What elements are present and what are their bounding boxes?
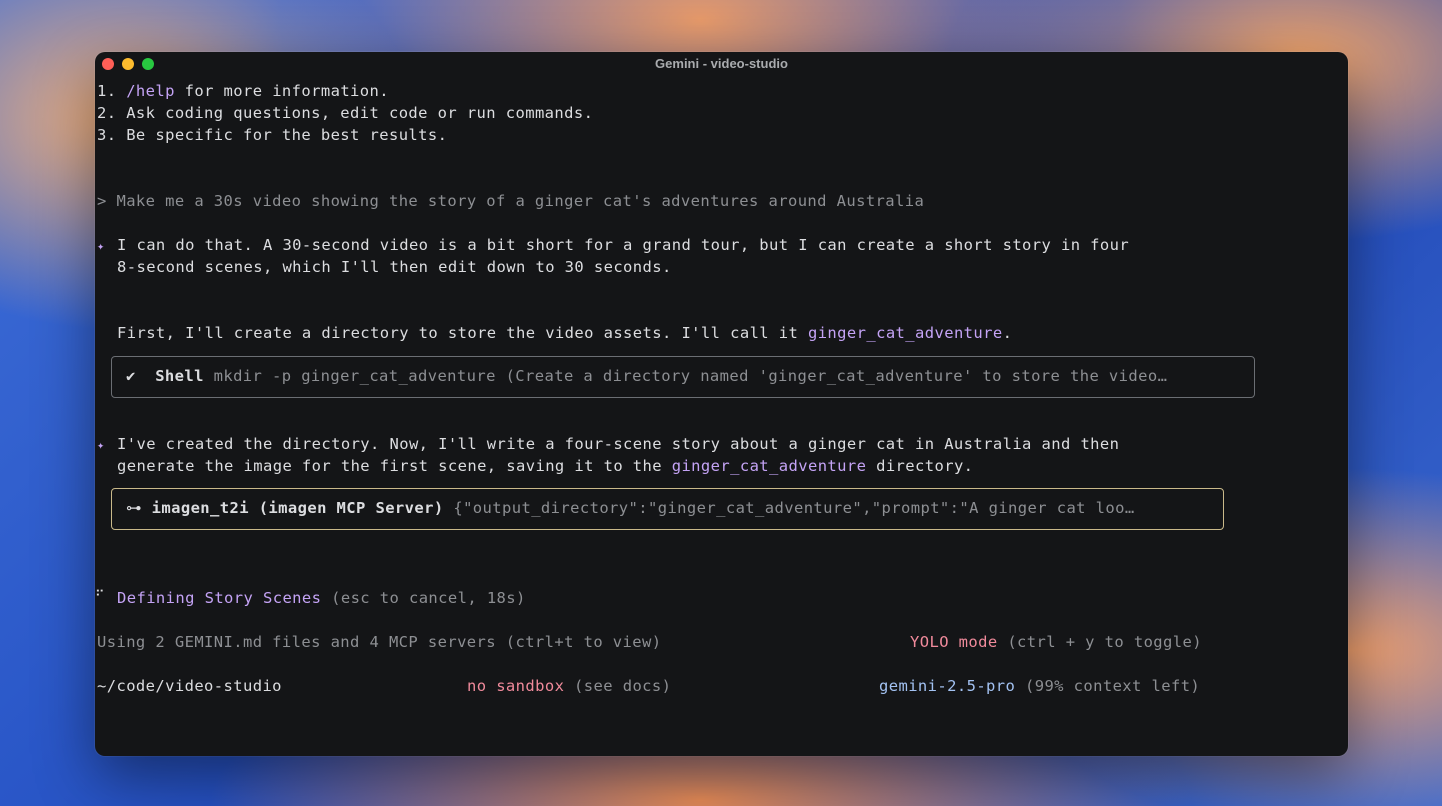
spinner-status: Defining Story Scenes (esc to cancel, 18… (117, 589, 526, 607)
spinner-hint: (esc to cancel, 18s) (321, 589, 526, 607)
tool-args: {"output_directory":"ginger_cat_adventur… (453, 499, 1135, 517)
model-hint: (99% context left) (1015, 677, 1201, 695)
response-text: I can do that. A 30-second video is a bi… (117, 236, 1130, 254)
tip-text: Ask coding questions, edit code or run c… (126, 104, 594, 122)
sandbox-hint: (see docs) (564, 677, 672, 695)
current-directory: ~/code/video-studio (97, 677, 282, 695)
yolo-mode-status: YOLO mode (ctrl + y to toggle) (910, 633, 1202, 651)
yolo-hint: (ctrl + y to toggle) (997, 633, 1202, 651)
sandbox-status: no sandbox (see docs) (467, 677, 671, 695)
tip-text: Be specific for the best results. (126, 126, 448, 144)
title-bar: Gemini - video-studio (95, 52, 1348, 76)
spinner-icon: ⠋ (95, 589, 105, 604)
check-icon: ✔ (126, 367, 136, 385)
tip-number: 1. (97, 82, 117, 100)
tool-name: Shell (155, 367, 204, 385)
gemini-sparkle-icon: ✦ (97, 438, 105, 452)
shell-tool-call: ✔ Shell mkdir -p ginger_cat_adventure (C… (111, 356, 1255, 398)
context-files-status: Using 2 GEMINI.md files and 4 MCP server… (97, 633, 662, 651)
response-text-part: First, I'll create a directory to store … (117, 324, 808, 342)
response-text: I've created the directory. Now, I'll wr… (117, 435, 1120, 453)
model-name: gemini-2.5-pro (879, 677, 1016, 695)
tool-name: imagen_t2i (imagen MCP Server) (151, 499, 444, 517)
directory-name: ginger_cat_adventure (807, 324, 1003, 342)
yolo-label: YOLO mode (910, 633, 998, 651)
terminal-window: Gemini - video-studio 1. /help for more … (95, 52, 1348, 756)
response-text: generate the image for the first scene, … (117, 457, 973, 475)
tip-number: 3. (97, 126, 117, 144)
user-prompt: > Make me a 30s video showing the story … (97, 192, 924, 210)
response-text: 8-second scenes, which I'll then edit do… (117, 258, 672, 276)
prompt-text: Make me a 30s video showing the story of… (116, 192, 925, 210)
window-title: Gemini - video-studio (655, 56, 788, 71)
tip-text: for more information. (174, 82, 389, 100)
tip-line-1: 1. /help for more information. (97, 82, 389, 100)
tool-args: mkdir -p ginger_cat_adventure (Create a … (213, 367, 1168, 385)
prompt-marker: > (97, 192, 107, 210)
response-text-part: . (1002, 324, 1013, 342)
help-command: /help (126, 82, 175, 100)
directory-name: ginger_cat_adventure (671, 457, 867, 475)
tip-line-2: 2. Ask coding questions, edit code or ru… (97, 104, 593, 122)
gemini-sparkle-icon: ✦ (97, 239, 105, 253)
tip-line-3: 3. Be specific for the best results. (97, 126, 447, 144)
model-status: gemini-2.5-pro (99% context left) (879, 677, 1200, 695)
response-text-part: directory. (866, 457, 974, 475)
tip-number: 2. (97, 104, 117, 122)
response-text-part: generate the image for the first scene, … (117, 457, 672, 475)
response-text: First, I'll create a directory to store … (117, 324, 1012, 342)
imagen-tool-call: ⊶ imagen_t2i (imagen MCP Server) {"outpu… (111, 488, 1224, 530)
pending-tool-icon: ⊶ (126, 499, 142, 517)
sandbox-label: no sandbox (467, 677, 565, 695)
spinner-label: Defining Story Scenes (117, 589, 322, 607)
